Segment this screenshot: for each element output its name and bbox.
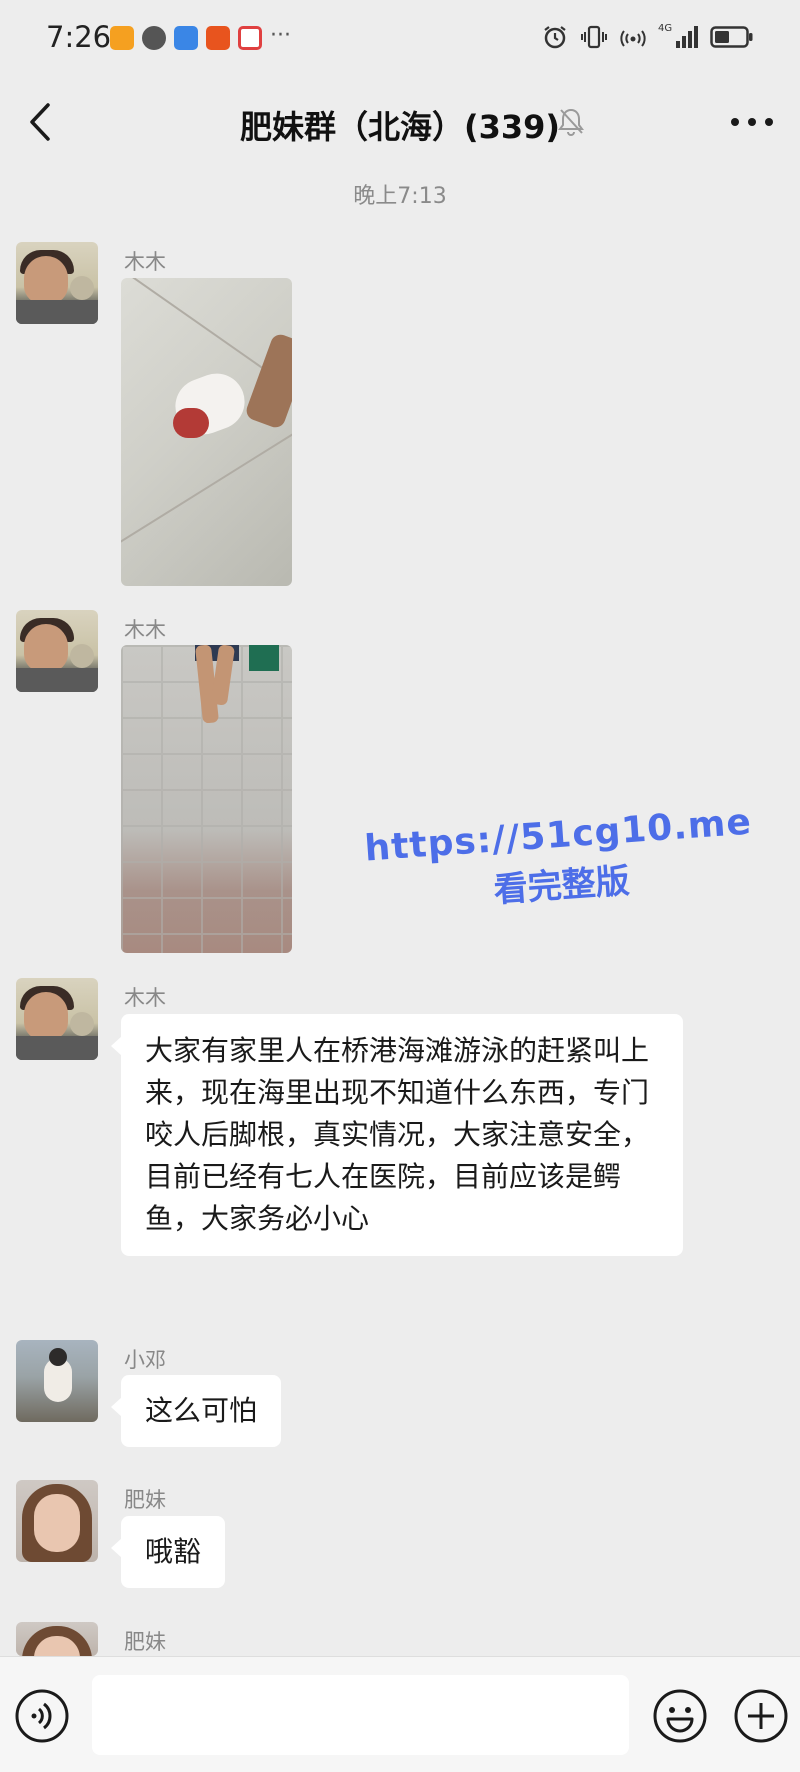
text-message-bubble[interactable]: 哦豁 — [110, 1516, 226, 1588]
alarm-icon — [544, 26, 566, 49]
avatar[interactable] — [16, 610, 98, 692]
more-notifications-icon: ··· — [270, 23, 291, 48]
message-timestamp: 晚上7:13 — [353, 184, 447, 209]
avatar[interactable] — [16, 242, 98, 324]
chat-notification-icon — [142, 26, 166, 50]
more-actions-button[interactable] — [733, 1688, 789, 1748]
app-badge-icon — [238, 26, 262, 50]
emoji-button[interactable] — [652, 1688, 708, 1748]
plus-icon — [734, 1689, 788, 1743]
sender-name: 小邓 — [124, 1348, 166, 1372]
text-message-bubble[interactable]: 这么可怕 — [110, 1375, 282, 1447]
chat-header: 肥妹群（北海）(339) — [0, 82, 800, 162]
sender-name: 木木 — [124, 618, 166, 642]
voice-input-button[interactable] — [14, 1688, 70, 1748]
sender-name: 肥妹 — [124, 1630, 166, 1654]
message-input-bar — [0, 1656, 800, 1772]
avatar[interactable] — [16, 978, 98, 1060]
watermark: https://51cg10.me 看完整版 — [337, 800, 782, 922]
voice-icon — [15, 1689, 69, 1743]
avatar[interactable] — [16, 1480, 98, 1562]
text-message-bubble[interactable]: 大家有家里人在桥港海滩游泳的赶紧叫上来，现在海里出现不知道什么东西，专门咬人后脚… — [111, 1014, 683, 1256]
sender-name: 木木 — [124, 250, 166, 274]
sender-name: 木木 — [124, 986, 166, 1010]
more-dots-icon — [731, 118, 773, 126]
game-notification-icon — [206, 26, 230, 50]
hotspot-icon — [620, 30, 646, 47]
message-input[interactable] — [92, 1675, 629, 1755]
status-time: 7:26 — [46, 20, 112, 54]
app-notification-icon — [110, 26, 134, 50]
cloud-notification-icon — [174, 26, 198, 50]
avatar[interactable] — [16, 1622, 98, 1656]
notification-icons: ··· — [110, 23, 291, 50]
emoji-icon — [653, 1689, 707, 1743]
system-icons: 4G — [542, 24, 754, 50]
image-message[interactable] — [121, 645, 292, 953]
vibrate-icon — [581, 25, 607, 49]
more-options-button[interactable] — [722, 100, 782, 144]
sender-name: 肥妹 — [124, 1488, 166, 1512]
avatar[interactable] — [16, 1340, 98, 1422]
status-bar: 7:26 ··· 4G — [0, 0, 800, 82]
chat-title: 肥妹群（北海）(339) — [239, 108, 561, 146]
battery-icon — [710, 26, 753, 48]
mute-bell-icon — [558, 108, 584, 136]
image-message[interactable] — [121, 278, 292, 586]
signal-icon: 4G — [658, 24, 698, 50]
